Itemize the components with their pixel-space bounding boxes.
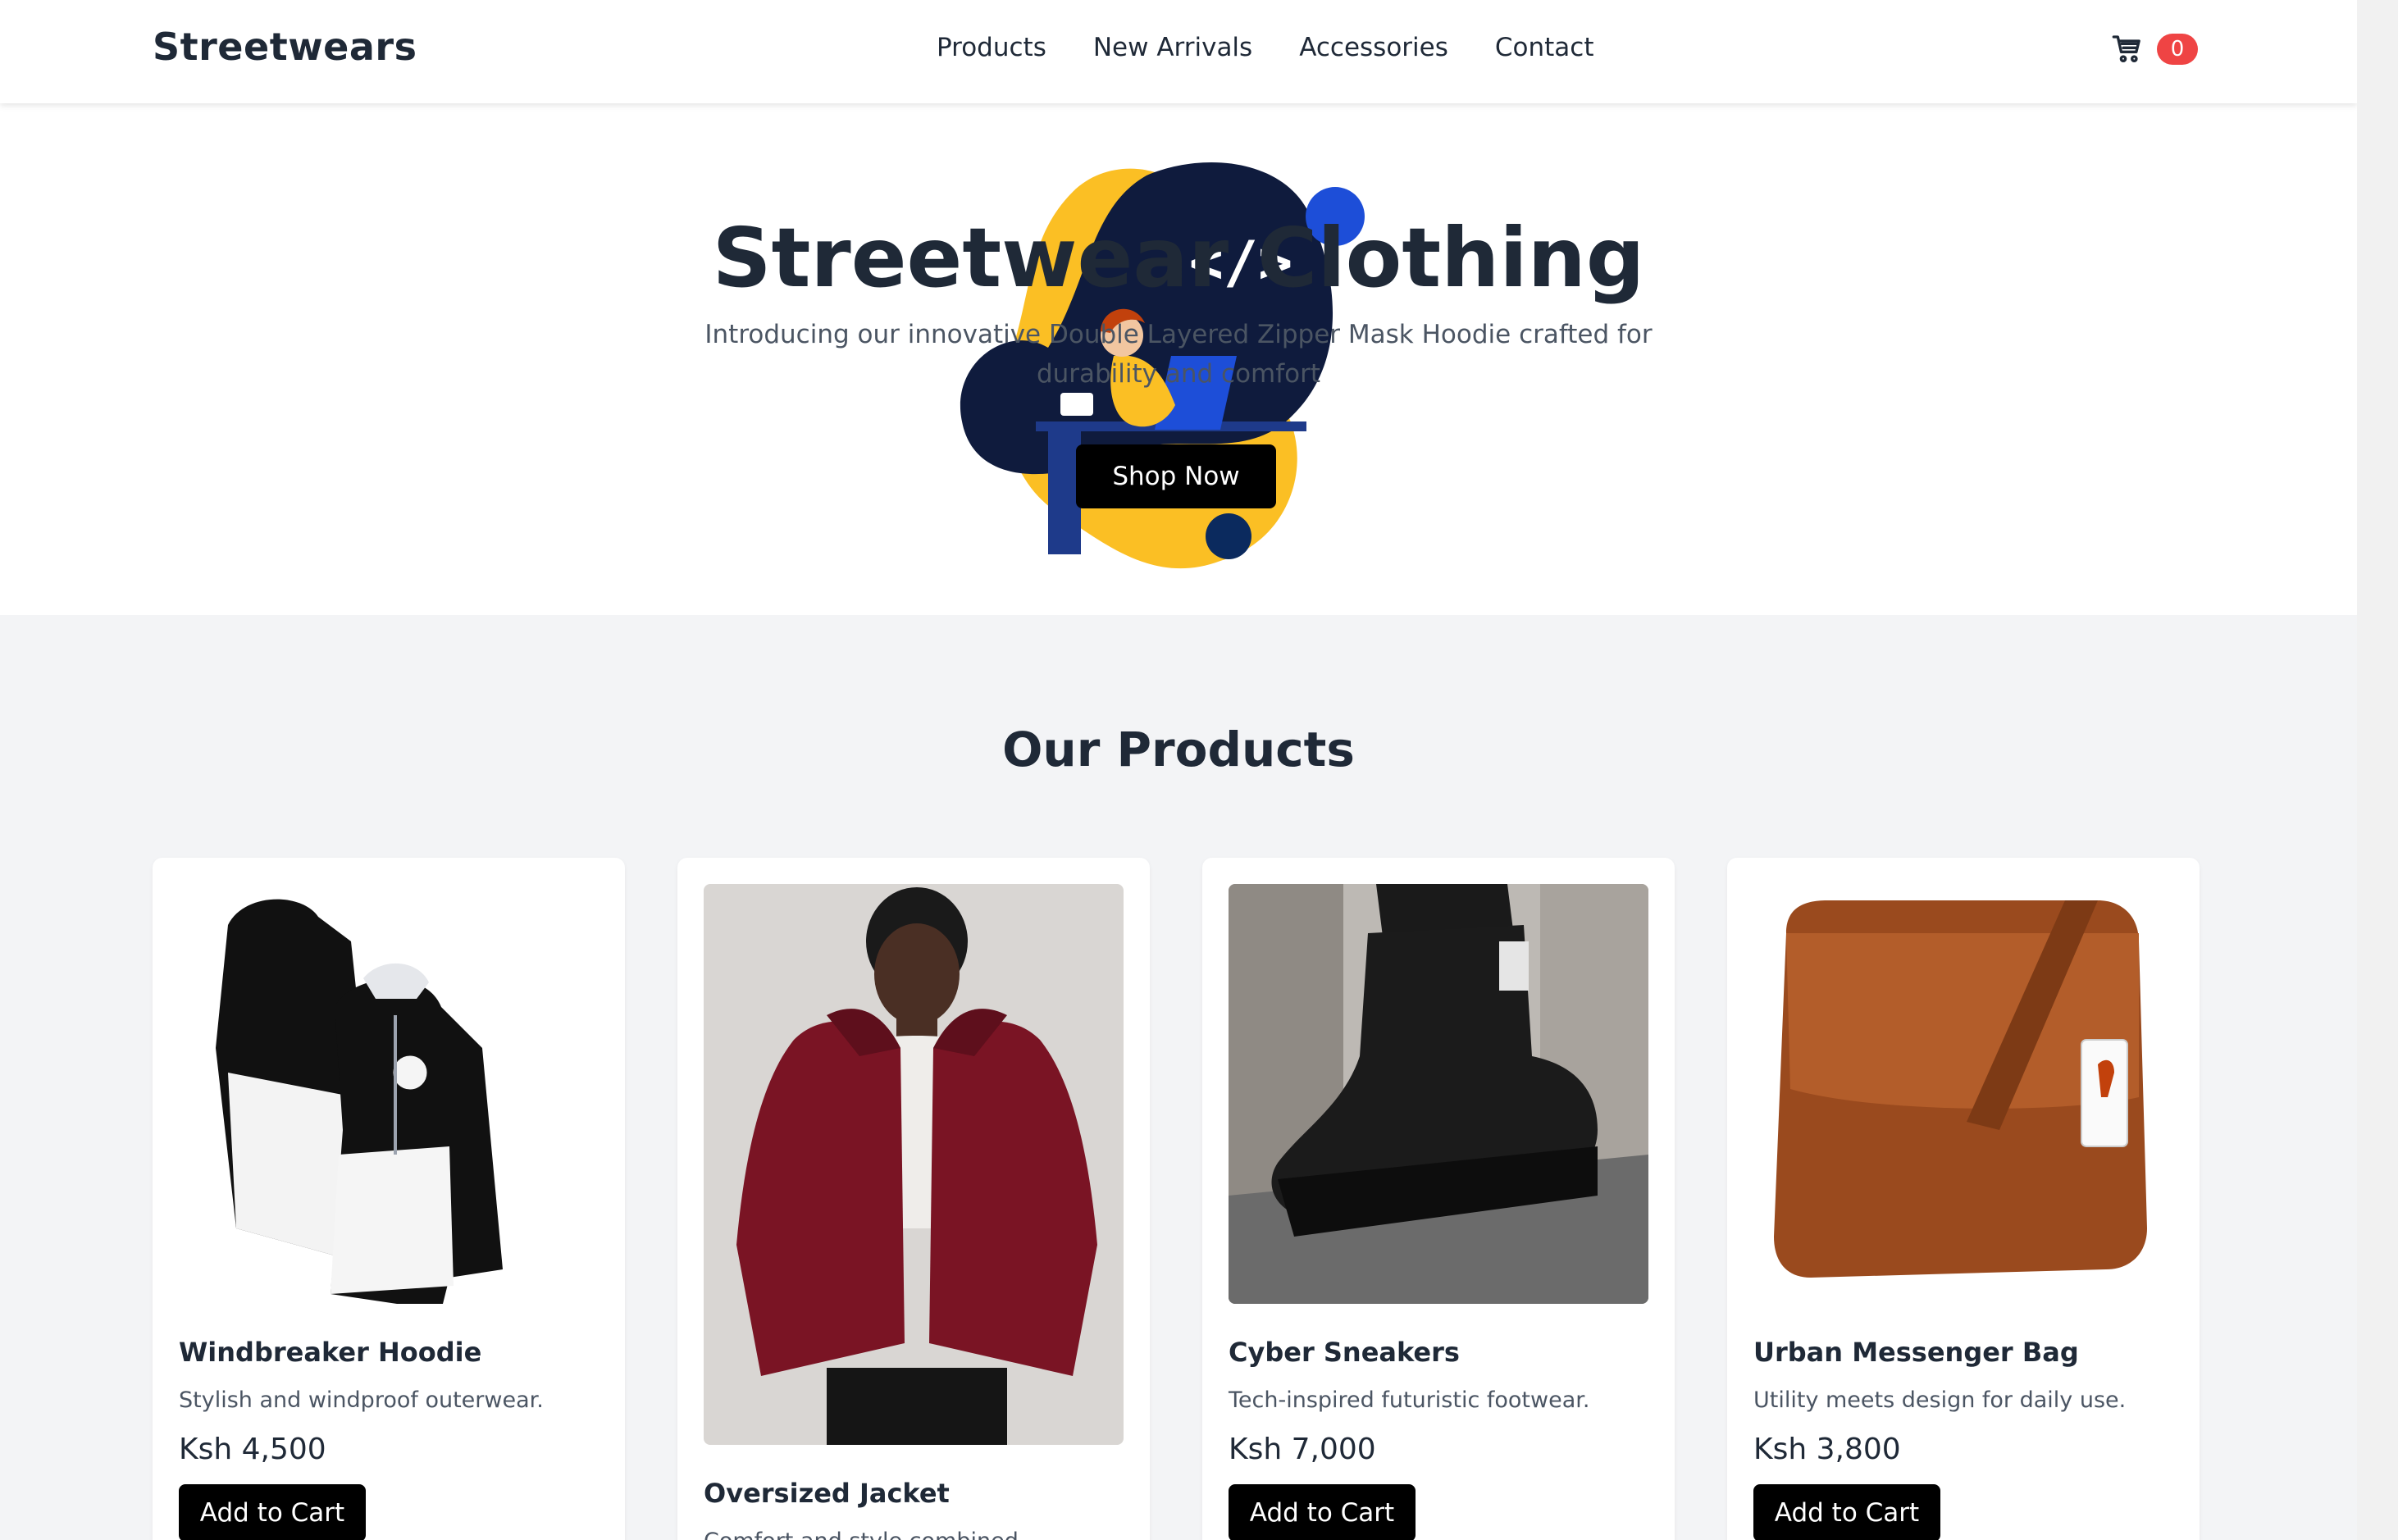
cart-count-badge: 0 <box>2157 34 2198 65</box>
top-navbar: Streetwears Products New Arrivals Access… <box>0 0 2357 103</box>
add-to-cart-button[interactable]: Add to Cart <box>1229 1484 1416 1540</box>
hero-subtitle: Introducing our innovative Double Layere… <box>704 320 1653 389</box>
hoodie-image <box>179 884 599 1304</box>
nav-link-contact[interactable]: Contact <box>1495 33 1594 62</box>
product-description: Comfort and style combined. <box>704 1529 1124 1540</box>
cart-button[interactable]: 0 <box>2111 33 2198 66</box>
product-card-oversized-jacket: Oversized Jacket Comfort and style combi… <box>677 858 1150 1540</box>
nav-link-new-arrivals[interactable]: New Arrivals <box>1093 33 1252 62</box>
product-image-bag[interactable] <box>1753 884 2173 1304</box>
jacket-image <box>704 884 1124 1445</box>
products-title: Our Products <box>1002 722 1355 777</box>
product-name: Windbreaker Hoodie <box>179 1337 482 1368</box>
product-description: Tech-inspired futuristic footwear. <box>1229 1387 1590 1413</box>
product-name: Oversized Jacket <box>704 1478 950 1509</box>
product-description: Utility meets design for daily use. <box>1753 1387 2127 1413</box>
hero-section: </> Streetwear Clothing Introducing our … <box>0 103 2357 615</box>
page-scrollbar[interactable] <box>2357 0 2398 1540</box>
product-price: Ksh 3,800 <box>1753 1433 1901 1466</box>
nav-link-products[interactable]: Products <box>937 33 1046 62</box>
product-card-windbreaker-hoodie: Windbreaker Hoodie Stylish and windproof… <box>153 858 625 1540</box>
shop-now-button[interactable]: Shop Now <box>1076 444 1276 508</box>
product-name: Cyber Sneakers <box>1229 1337 1460 1368</box>
add-to-cart-button[interactable]: Add to Cart <box>1753 1484 1940 1540</box>
nav-links: Products New Arrivals Accessories Contac… <box>937 33 1593 62</box>
sneakers-image <box>1229 884 1648 1304</box>
product-card-cyber-sneakers: Cyber Sneakers Tech-inspired futuristic … <box>1202 858 1675 1540</box>
product-image-sneakers[interactable] <box>1229 884 1648 1304</box>
add-to-cart-button[interactable]: Add to Cart <box>179 1484 366 1540</box>
brand-logo[interactable]: Streetwears <box>153 25 417 69</box>
product-image-jacket[interactable] <box>704 884 1124 1445</box>
page: Streetwears Products New Arrivals Access… <box>0 0 2357 1540</box>
cart-icon <box>2112 35 2140 62</box>
products-section: Our Products Windbreaker Hoodie Stylish … <box>0 615 2357 1540</box>
nav-link-accessories[interactable]: Accessories <box>1299 33 1448 62</box>
product-price: Ksh 7,000 <box>1229 1433 1376 1466</box>
product-card-urban-messenger-bag: Urban Messenger Bag Utility meets design… <box>1727 858 2200 1540</box>
product-description: Stylish and windproof outerwear. <box>179 1387 544 1413</box>
product-price: Ksh 4,500 <box>179 1433 326 1466</box>
product-image-hoodie[interactable] <box>179 884 599 1304</box>
bag-image <box>1753 884 2173 1304</box>
hero-title: Streetwear Clothing <box>712 210 1645 306</box>
product-grid: Windbreaker Hoodie Stylish and windproof… <box>153 858 2200 1540</box>
product-name: Urban Messenger Bag <box>1753 1337 2079 1368</box>
